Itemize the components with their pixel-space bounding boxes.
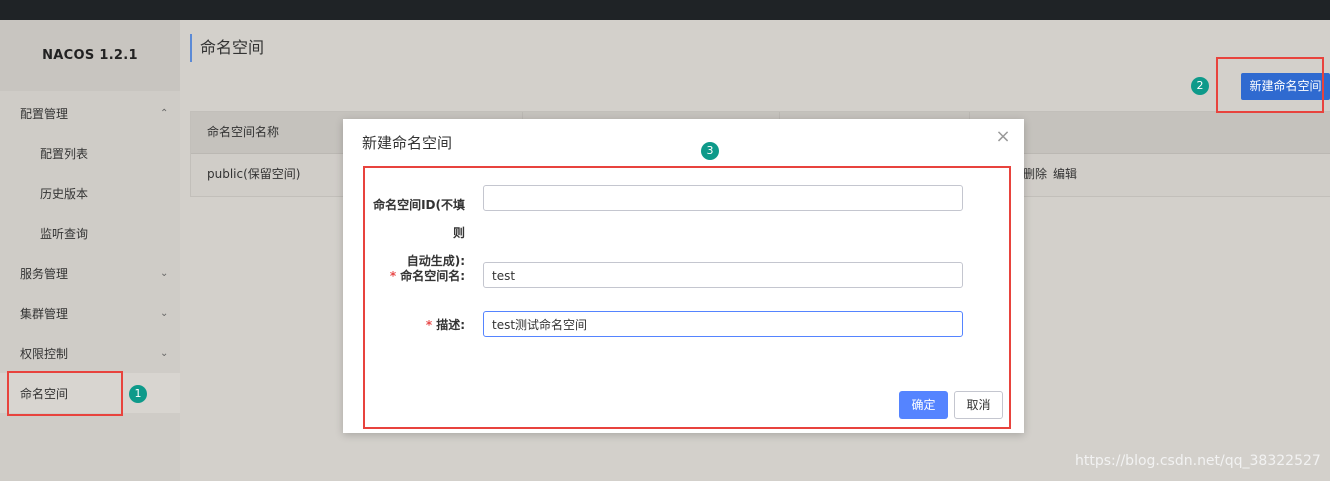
dialog-title: 新建命名空间 xyxy=(362,134,453,152)
step-badge-1: 1 xyxy=(129,385,147,403)
close-icon[interactable]: × xyxy=(994,128,1012,146)
watermark: https://blog.csdn.net/qq_38322527 xyxy=(1075,453,1321,469)
highlight-box-namespace-menu xyxy=(7,371,123,416)
step-badge-3: 3 xyxy=(701,142,719,160)
step-badge-2: 2 xyxy=(1191,77,1209,95)
highlight-box-new-button xyxy=(1216,57,1324,113)
highlight-box-dialog-form xyxy=(363,166,1011,429)
